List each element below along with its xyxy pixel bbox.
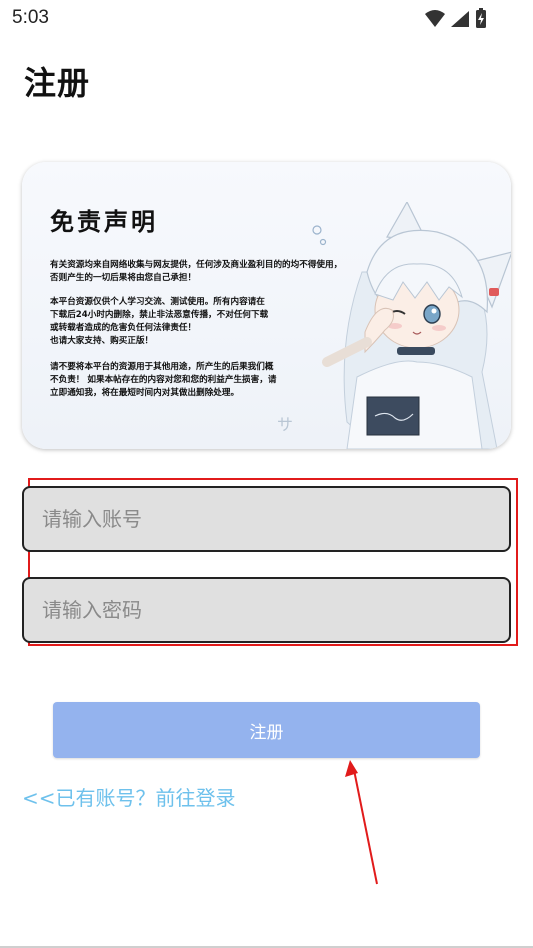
status-time: 5:03 xyxy=(12,7,49,28)
password-field[interactable] xyxy=(22,577,511,643)
disclaimer-paragraph-3: 请不要将本平台的资源用于其他用途，所产生的后果我们概 不负责！ 如果本帖存在的内… xyxy=(50,362,277,398)
illustration-anime-girl: サ xyxy=(277,202,511,449)
wifi-icon xyxy=(425,10,445,27)
battery-charging-icon xyxy=(476,8,486,28)
disclaimer-banner: 免责声明 有关资源均来自网络收集与网友提供，任何涉及商业盈利目的的均不得使用， … xyxy=(22,162,511,449)
account-input[interactable] xyxy=(24,488,509,550)
svg-text:サ: サ xyxy=(277,415,293,434)
page-title: 注册 xyxy=(24,64,91,102)
goto-login-link[interactable]: <<已有账号？前往登录 xyxy=(22,782,236,811)
account-field[interactable] xyxy=(22,486,511,552)
register-button-label: 注册 xyxy=(249,722,284,743)
password-input[interactable] xyxy=(24,579,509,641)
register-button[interactable]: 注册 xyxy=(53,702,480,758)
status-bar: 5:03 xyxy=(0,0,533,36)
disclaimer-paragraph-2: 本平台资源仅供个人学习交流、测试使用。所有内容请在 下载后24小时内删除，禁止非… xyxy=(50,297,269,346)
cell-signal-icon xyxy=(451,11,469,27)
status-icons xyxy=(425,8,486,28)
disclaimer-title: 免责声明 xyxy=(50,208,158,236)
